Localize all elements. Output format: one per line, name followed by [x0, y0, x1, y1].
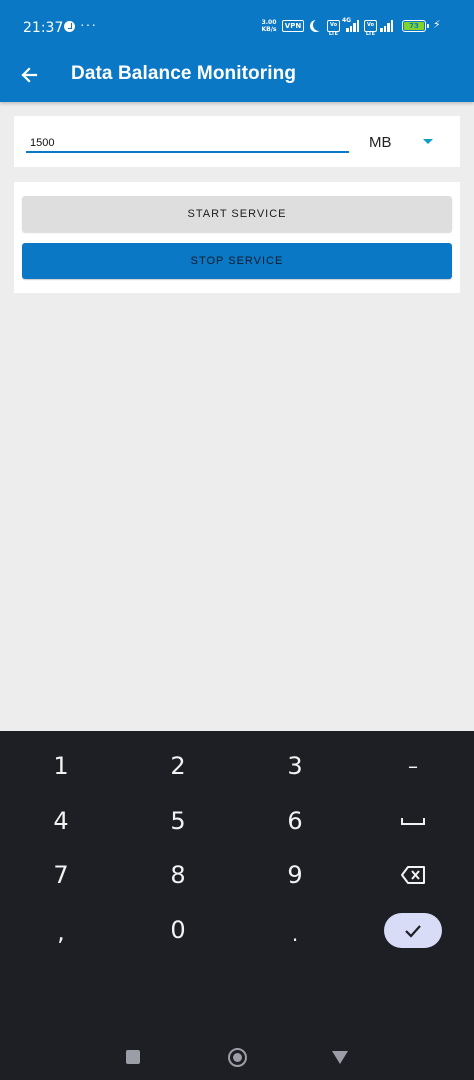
page-title: Data Balance Monitoring [71, 63, 297, 84]
charging-icon: ⚡ [433, 19, 441, 31]
signal-strength-icon-sim2 [380, 20, 396, 32]
vpn-icon: VPN [282, 20, 304, 32]
status-bar: 21:37 ··· 3.00 KB/s VPN Vo LTE 4G Vo LTE… [0, 0, 474, 50]
notification-icon [64, 21, 75, 32]
battery-level: 73 [404, 22, 424, 30]
key-4[interactable]: 4 [2, 794, 120, 848]
key-0[interactable]: 0 [119, 903, 237, 957]
key-comma[interactable]: , [2, 905, 120, 959]
numeric-keyboard: 1 2 3 – 4 5 6 7 8 9 , 0 . [0, 731, 474, 1080]
unit-dropdown[interactable]: MB [366, 126, 446, 158]
network-speed-value: 3.00 [261, 19, 277, 26]
checkmark-icon [405, 924, 421, 938]
battery-icon: 73 [402, 20, 429, 32]
key-2[interactable]: 2 [119, 739, 237, 793]
signal-strength-icon [343, 20, 359, 32]
service-controls-card: START SERVICE STOP SERVICE [14, 182, 460, 293]
start-service-button[interactable]: START SERVICE [22, 196, 452, 232]
home-button[interactable] [228, 1048, 247, 1067]
volte-icon: Vo LTE [327, 20, 340, 37]
volte-icon-sim2: Vo LTE [364, 20, 377, 37]
space-icon [401, 818, 425, 825]
do-not-disturb-icon [310, 20, 322, 32]
stop-service-button[interactable]: STOP SERVICE [22, 243, 452, 279]
key-1[interactable]: 1 [2, 739, 120, 793]
network-speed: 3.00 KB/s [259, 19, 279, 33]
key-6[interactable]: 6 [236, 794, 354, 848]
data-limit-card: MB [14, 116, 460, 167]
key-3[interactable]: 3 [236, 739, 354, 793]
network-speed-unit: KB/s [261, 26, 277, 33]
data-limit-input[interactable] [26, 135, 349, 153]
done-key[interactable] [384, 913, 442, 948]
key-dash[interactable]: – [354, 739, 472, 793]
arrow-left-icon [21, 67, 38, 83]
unit-selected-value: MB [369, 134, 392, 151]
status-time: 21:37 [23, 20, 64, 36]
key-backspace[interactable] [354, 848, 472, 902]
key-9[interactable]: 9 [236, 848, 354, 902]
back-nav-button[interactable] [332, 1051, 348, 1064]
key-7[interactable]: 7 [2, 848, 120, 902]
app-bar: Data Balance Monitoring [0, 50, 474, 102]
backspace-icon [401, 866, 425, 884]
key-space[interactable] [354, 794, 472, 848]
recents-button[interactable] [126, 1050, 140, 1064]
dropdown-arrow-icon [423, 139, 433, 144]
key-period[interactable]: . [236, 907, 354, 961]
more-notifications-icon: ··· [80, 16, 97, 32]
key-5[interactable]: 5 [119, 794, 237, 848]
key-8[interactable]: 8 [119, 848, 237, 902]
system-navigation-bar [0, 1031, 474, 1080]
back-button[interactable] [12, 58, 46, 92]
